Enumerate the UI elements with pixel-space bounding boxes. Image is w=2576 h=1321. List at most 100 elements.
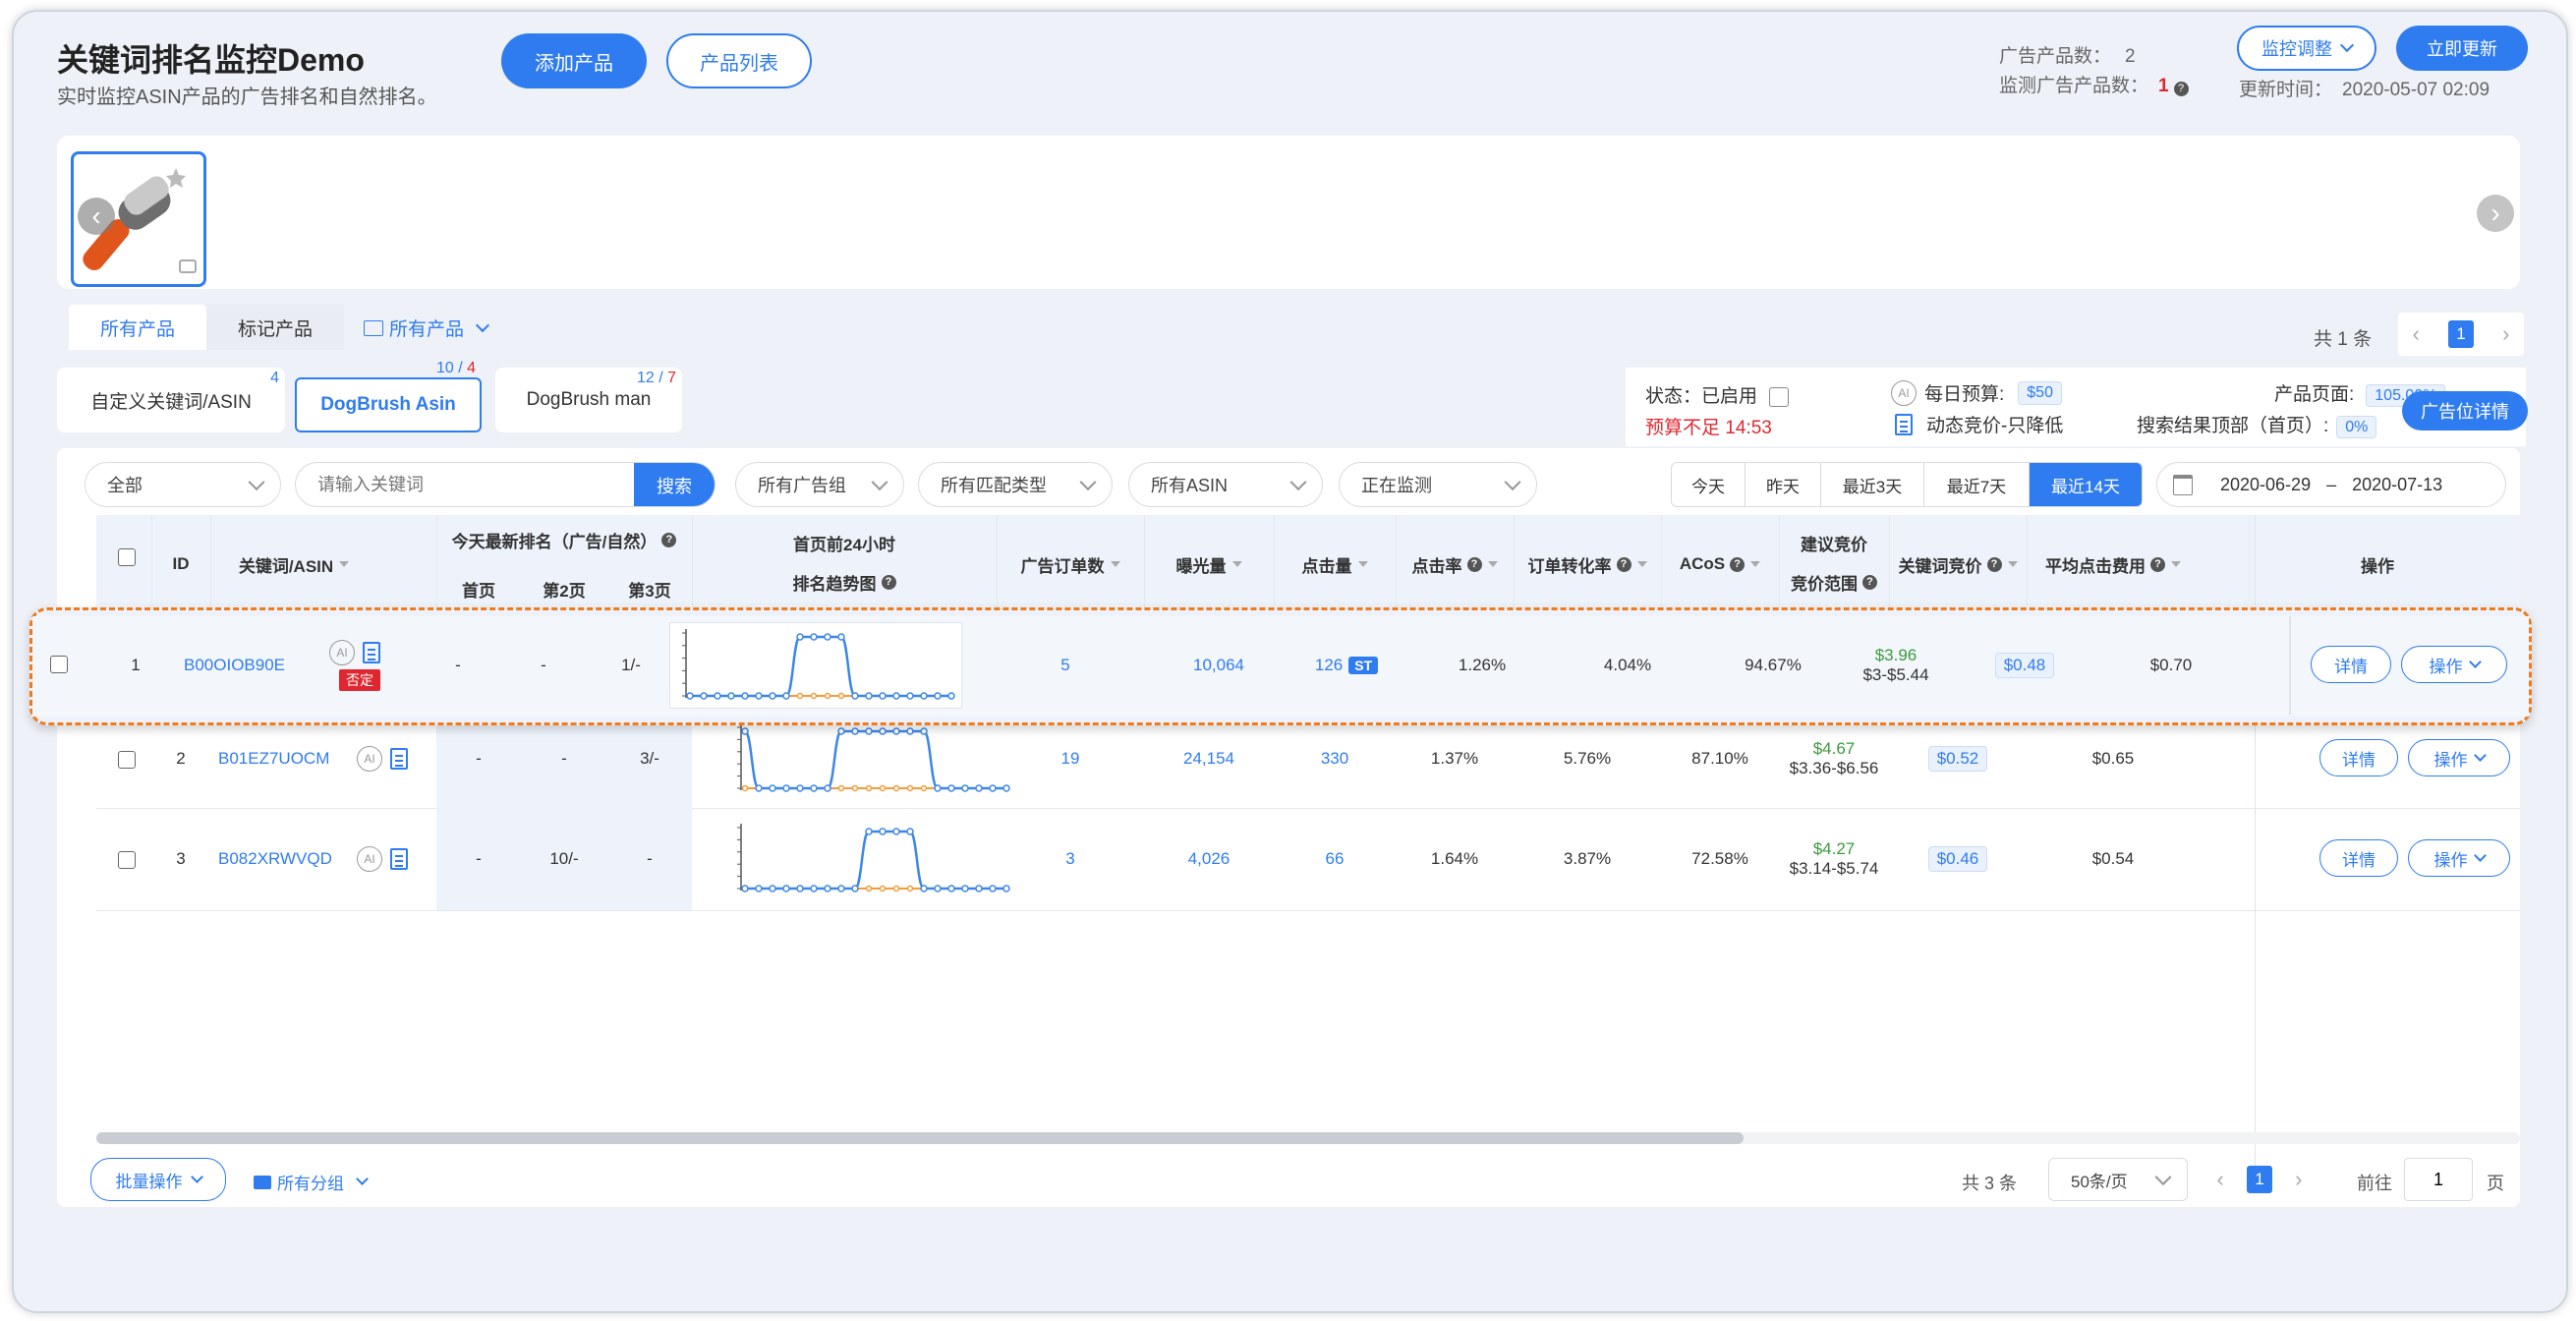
- tab-marked-products[interactable]: 标记产品: [206, 305, 344, 350]
- col-orders[interactable]: 广告订单数: [997, 515, 1144, 613]
- ad-group-select[interactable]: 所有广告组: [735, 462, 904, 507]
- col-label: 平均点击费用: [2045, 556, 2146, 576]
- row-clicks[interactable]: 66: [1274, 808, 1396, 910]
- col-clicks[interactable]: 点击量: [1274, 515, 1396, 613]
- range-3days[interactable]: 最近3天: [1821, 463, 1924, 506]
- range-7days[interactable]: 最近7天: [1924, 463, 2030, 506]
- kw-tab-count: 12 / 7: [637, 370, 676, 387]
- select-all-checkbox[interactable]: [118, 548, 136, 566]
- trend-point-ad: [782, 692, 790, 700]
- prev-page-icon[interactable]: ‹: [2413, 321, 2420, 347]
- product-total: 共 1 条: [2314, 329, 2373, 350]
- operation-dropdown[interactable]: 操作: [2401, 646, 2507, 683]
- col-ctr[interactable]: 点击率?: [1396, 515, 1514, 613]
- col-acos[interactable]: ACoS?: [1661, 515, 1779, 613]
- document-icon[interactable]: [363, 642, 380, 663]
- trend-point-ad: [796, 784, 804, 792]
- operation-dropdown[interactable]: 操作: [2408, 739, 2510, 776]
- clicks-value[interactable]: 126: [1315, 656, 1343, 675]
- monitor-adjust-dropdown[interactable]: 监控调整: [2237, 26, 2376, 71]
- page-size-select[interactable]: 50条/页: [2048, 1158, 2188, 1201]
- carousel-next-icon[interactable]: ›: [2477, 195, 2514, 232]
- tab-all-products[interactable]: 所有产品: [69, 305, 206, 350]
- add-product-button[interactable]: 添加产品: [501, 33, 647, 88]
- kw-bid-value[interactable]: $0.52: [1927, 746, 1988, 772]
- ad-placement-detail-button[interactable]: 广告位详情: [2402, 391, 2528, 431]
- search-top-value[interactable]: 0%: [2336, 416, 2377, 438]
- row-acos: 94.67%: [1745, 656, 1802, 674]
- ai-icon[interactable]: AI: [357, 746, 382, 772]
- goto-page-input[interactable]: [2404, 1158, 2473, 1201]
- operation-dropdown[interactable]: 操作: [2408, 839, 2510, 877]
- row-orders[interactable]: 3: [997, 808, 1144, 910]
- kw-bid-value[interactable]: $0.46: [1927, 846, 1988, 872]
- trend-point-ad: [796, 885, 804, 892]
- chevron-down-icon: [248, 474, 265, 491]
- trend-point-ad: [975, 784, 983, 792]
- trend-line-ad: [690, 635, 951, 698]
- match-type-select[interactable]: 所有匹配类型: [918, 462, 1113, 507]
- page-number[interactable]: 1: [2447, 320, 2474, 348]
- col-cpc[interactable]: 平均点击费用?: [2027, 515, 2200, 613]
- kw-tab-dogbrush-asin[interactable]: DogBrush Asin 10 / 4: [295, 360, 482, 432]
- ai-icon: AI: [1891, 379, 1917, 406]
- rank-trend-chart[interactable]: [669, 622, 962, 709]
- asin-select[interactable]: 所有ASIN: [1128, 462, 1323, 507]
- row-impressions[interactable]: 10,064: [1155, 616, 1283, 715]
- kw-bid-value[interactable]: $0.48: [1994, 653, 2055, 678]
- rank-trend-chart[interactable]: [725, 818, 1016, 900]
- kw-tab-label: DogBrush Asin: [320, 394, 456, 415]
- kw-tab-custom[interactable]: 自定义关键词/ASIN 4: [57, 368, 285, 432]
- row-checkbox[interactable]: [118, 851, 136, 869]
- prev-page-icon[interactable]: ‹: [2217, 1167, 2224, 1192]
- next-page-icon[interactable]: ›: [2502, 321, 2509, 347]
- document-icon[interactable]: [390, 748, 408, 770]
- row-checkbox[interactable]: [118, 751, 136, 769]
- carousel-prev-icon[interactable]: ‹: [78, 198, 115, 235]
- page-number[interactable]: 1: [2246, 1166, 2272, 1193]
- range-today[interactable]: 今天: [1672, 463, 1746, 506]
- detail-button[interactable]: 详情: [2311, 646, 2391, 683]
- ai-icon[interactable]: AI: [329, 640, 355, 665]
- date-picker[interactable]: 2020-06-29 – 2020-07-13: [2156, 462, 2506, 507]
- detail-button[interactable]: 详情: [2319, 839, 2398, 877]
- update-now-button[interactable]: 立即更新: [2396, 26, 2528, 71]
- update-time-label: 更新时间：: [2239, 80, 2333, 100]
- row-asin-link[interactable]: B00OIOB90E: [184, 616, 312, 715]
- help-icon: ?: [1986, 556, 2002, 572]
- folder-filter[interactable]: 所有产品: [364, 315, 490, 341]
- update-time-value: 2020-05-07 02:09: [2342, 80, 2490, 100]
- search-input[interactable]: [296, 463, 654, 506]
- h-scrollbar-thumb[interactable]: [96, 1132, 1744, 1144]
- row-asin-link[interactable]: B082XRWVQD: [218, 808, 346, 910]
- help-icon: ?: [1616, 556, 1631, 572]
- row-checkbox[interactable]: [50, 656, 68, 673]
- product-thumbnail[interactable]: ‹: [71, 151, 206, 287]
- trend-point-organic: [879, 885, 887, 892]
- group-filter[interactable]: 所有分组: [254, 1170, 369, 1194]
- ai-icon[interactable]: AI: [357, 846, 382, 872]
- sort-icon: [1110, 561, 1120, 567]
- col-kw-bid[interactable]: 关键词竞价?: [1889, 515, 2027, 613]
- row-orders[interactable]: 5: [1002, 616, 1129, 715]
- search-button[interactable]: 搜索: [634, 463, 715, 506]
- monitoring-select[interactable]: 正在监测: [1339, 462, 1537, 507]
- col-keyword[interactable]: 关键词/ASIN: [210, 515, 377, 613]
- detail-button[interactable]: 详情: [2319, 739, 2398, 776]
- range-14days[interactable]: 最近14天: [2030, 463, 2142, 506]
- col-impressions[interactable]: 曝光量: [1144, 515, 1274, 613]
- daily-budget-value[interactable]: $50: [2018, 380, 2062, 405]
- all-filter-select[interactable]: 全部: [85, 462, 281, 507]
- col-label: 竞价范围: [1791, 574, 1858, 594]
- row-impressions[interactable]: 4,026: [1144, 808, 1274, 910]
- product-list-button[interactable]: 产品列表: [666, 33, 812, 88]
- document-icon[interactable]: [390, 848, 408, 870]
- next-page-icon[interactable]: ›: [2295, 1167, 2302, 1192]
- trend-point-ad: [865, 828, 873, 835]
- rank-trend-chart[interactable]: [725, 718, 1016, 800]
- trend-point-organic: [824, 692, 831, 700]
- col-cvr[interactable]: 订单转化率?: [1514, 515, 1661, 613]
- range-yesterday[interactable]: 昨天: [1746, 463, 1821, 506]
- batch-operation-dropdown[interactable]: 批量操作: [90, 1158, 226, 1201]
- kw-tab-dogbrush-man[interactable]: DogBrush man 12 / 7: [495, 368, 682, 432]
